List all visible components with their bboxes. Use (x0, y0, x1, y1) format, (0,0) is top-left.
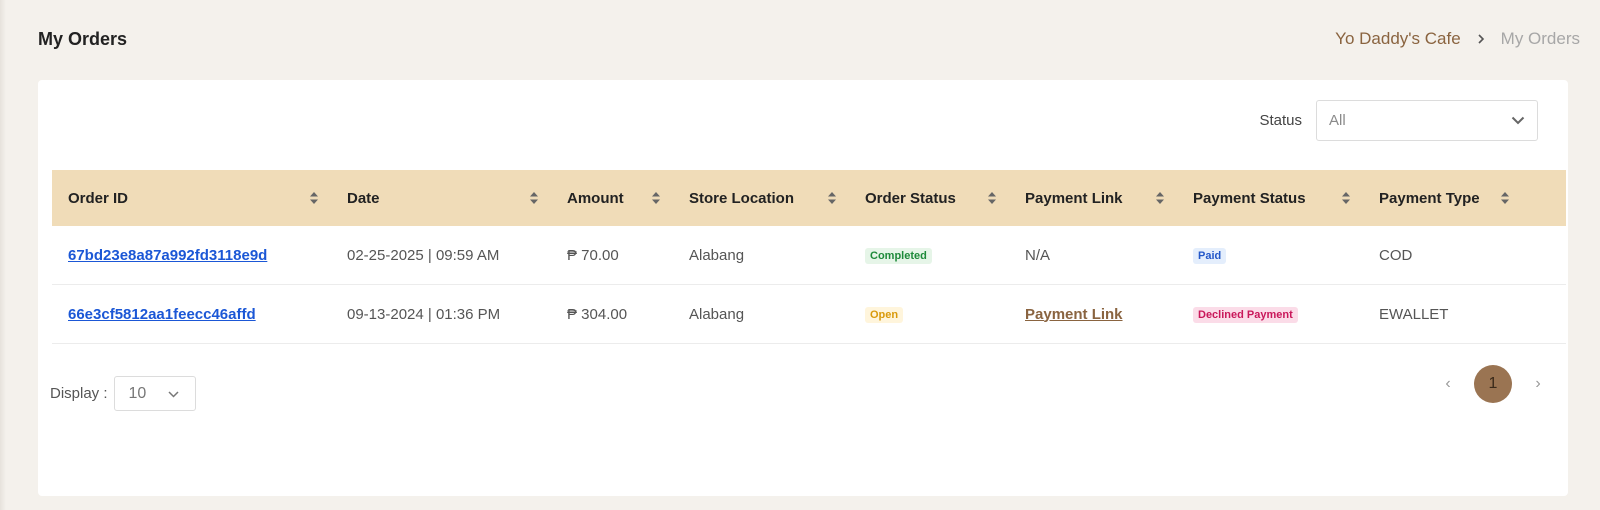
cell-payment-type: COD (1379, 246, 1413, 264)
column-header-label: Payment Link (1025, 189, 1123, 207)
prev-page-button[interactable]: ‹ (1438, 375, 1458, 393)
column-header-date[interactable]: Date (331, 170, 551, 226)
sort-icon (530, 192, 538, 204)
display-count-select[interactable]: 10 (113, 376, 196, 411)
display-count-control: Display : 10 (50, 376, 196, 411)
cell-amount: ₱ 304.00 (567, 305, 628, 323)
column-header-payment-status[interactable]: Payment Status (1177, 170, 1363, 226)
column-header-label: Payment Status (1193, 189, 1306, 207)
column-header-payment-link[interactable]: Payment Link (1009, 170, 1177, 226)
cell-amount: ₱ 70.00 (567, 246, 619, 264)
status-filter-label: Status (1259, 112, 1302, 129)
status-select[interactable]: All (1316, 100, 1538, 141)
cell-store-location: Alabang (689, 246, 745, 264)
status-select-value: All (1329, 112, 1346, 129)
column-header-label: Order ID (68, 189, 129, 207)
payment-status-badge: Paid (1193, 248, 1227, 264)
sort-icon (988, 192, 996, 204)
page-title: My Orders (38, 28, 128, 49)
cell-payment-type: EWALLET (1379, 305, 1449, 323)
column-header-order-status[interactable]: Order Status (849, 170, 1009, 226)
sort-icon (1501, 192, 1509, 204)
order-id-link[interactable]: 67bd23e8a87a992fd3118e9d (68, 247, 267, 264)
page-button-current[interactable]: 1 (1474, 365, 1512, 403)
cell-order-status: Completed (849, 246, 1009, 264)
table-row: 66e3cf5812aa1feecc46affd 09-13-2024 | 01… (52, 285, 1566, 344)
column-header-label: Order Status (865, 189, 956, 207)
pagination: ‹ 1 › (1438, 365, 1548, 403)
cell-payment-status: Paid (1177, 246, 1363, 264)
status-filter: Status All (1259, 100, 1538, 141)
cell-date: 02-25-2025 | 09:59 AM (347, 246, 500, 264)
table-row: 67bd23e8a87a992fd3118e9d 02-25-2025 | 09… (52, 226, 1566, 285)
cell-payment-link: N/A (1025, 246, 1051, 264)
order-status-badge: Completed (865, 248, 932, 264)
orders-table: Order ID Date Amount Store Location Orde… (52, 170, 1566, 344)
order-status-badge: Open (865, 307, 904, 323)
page-header: My Orders Yo Daddy's Cafe My Orders (38, 26, 1580, 52)
column-header-store-location[interactable]: Store Location (673, 170, 849, 226)
column-header-label: Date (347, 189, 380, 207)
cell-order-status: Open (849, 305, 1009, 323)
cell-store-location: Alabang (689, 305, 745, 323)
page-edge (0, 0, 6, 510)
cell-payment-link: Payment Link (1009, 306, 1177, 323)
cell-date: 09-13-2024 | 01:36 PM (347, 305, 501, 323)
payment-status-badge: Declined Payment (1193, 307, 1298, 323)
sort-icon (1156, 192, 1164, 204)
chevron-right-icon (1477, 31, 1485, 47)
column-header-order-id[interactable]: Order ID (52, 170, 331, 226)
display-count-label: Display : (50, 385, 108, 402)
order-id-link[interactable]: 66e3cf5812aa1feecc46affd (68, 306, 256, 323)
table-header: Order ID Date Amount Store Location Orde… (52, 170, 1566, 226)
sort-icon (828, 192, 836, 204)
chevron-down-icon (1511, 116, 1525, 125)
column-header-payment-type[interactable]: Payment Type (1363, 170, 1522, 226)
column-header-label: Payment Type (1379, 189, 1480, 207)
display-count-value: 10 (128, 384, 147, 402)
chevron-down-icon (168, 385, 179, 403)
next-page-button[interactable]: › (1528, 375, 1548, 393)
sort-icon (652, 192, 660, 204)
cell-order-id: 66e3cf5812aa1feecc46affd (52, 306, 331, 323)
column-header-label: Amount (567, 189, 624, 207)
cell-payment-status: Declined Payment (1177, 305, 1363, 323)
cell-order-id: 67bd23e8a87a992fd3118e9d (52, 247, 331, 264)
column-header-label: Store Location (689, 189, 795, 207)
orders-card: Status All Order ID Date Amount Store Lo… (38, 80, 1568, 496)
payment-link[interactable]: Payment Link (1025, 306, 1123, 323)
breadcrumb-current: My Orders (1500, 29, 1580, 48)
sort-icon (1342, 192, 1350, 204)
breadcrumb: Yo Daddy's Cafe My Orders (1335, 29, 1580, 49)
sort-icon (310, 192, 318, 204)
column-header-amount[interactable]: Amount (551, 170, 673, 226)
breadcrumb-home-link[interactable]: Yo Daddy's Cafe (1335, 29, 1460, 49)
